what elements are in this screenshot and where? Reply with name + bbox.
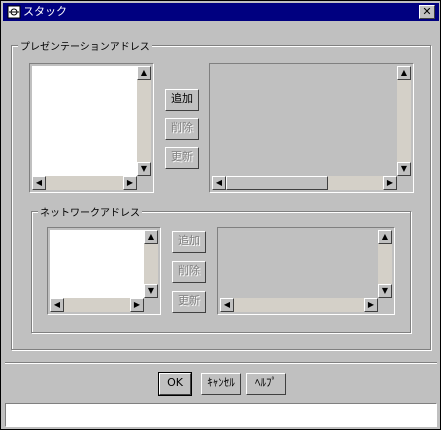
status-bar [5,403,437,427]
scroll-right-icon[interactable]: ▶ [123,176,137,190]
help-button[interactable]: ﾍﾙﾌﾟ [246,373,286,395]
network-detail-content[interactable] [220,230,378,298]
presentation-list-vscrollbar[interactable]: ▲ ▼ [137,66,151,176]
network-list-vscrollbar[interactable]: ▲ ▼ [144,230,158,298]
network-list-content[interactable] [50,230,144,298]
close-icon: ✕ [422,5,432,18]
scroll-right-icon[interactable]: ▶ [383,176,397,190]
ok-button[interactable]: OK [158,372,192,396]
presentation-list[interactable]: ▲ ▼ ◀ ▶ [29,63,154,193]
scroll-thumb[interactable] [226,176,328,190]
network-list[interactable]: ▲ ▼ ◀ ▶ [47,227,161,315]
presentation-detail-vscrollbar[interactable]: ▲ ▼ [397,66,411,176]
scroll-left-icon[interactable]: ◀ [220,298,234,312]
scroll-down-icon[interactable]: ▼ [378,284,392,298]
scroll-down-icon[interactable]: ▼ [137,162,151,176]
network-detail-hscrollbar[interactable]: ◀ ▶ [220,298,378,312]
scroll-up-icon[interactable]: ▲ [397,66,411,80]
scroll-up-icon[interactable]: ▲ [378,230,392,244]
presentation-update-button[interactable]: 更新 [165,147,199,169]
scroll-down-icon[interactable]: ▼ [144,284,158,298]
presentation-list-hscrollbar[interactable]: ◀ ▶ [32,176,137,190]
scroll-up-icon[interactable]: ▲ [137,66,151,80]
scroll-down-icon[interactable]: ▼ [397,162,411,176]
network-detail-pane[interactable]: ▲ ▼ ◀ ▶ [217,227,395,315]
network-delete-button[interactable]: 削除 [172,261,206,283]
window-title: スタック [23,5,67,18]
presentation-address-label: プレゼンテーションアドレス [18,38,152,53]
scroll-left-icon[interactable]: ◀ [212,176,226,190]
scroll-right-icon[interactable]: ▶ [130,298,144,312]
scroll-right-icon[interactable]: ▶ [364,298,378,312]
close-button[interactable]: ✕ [419,5,435,19]
network-update-button[interactable]: 更新 [172,291,206,313]
separator [5,362,437,364]
network-address-label: ネットワークアドレス [38,204,142,219]
title-bar[interactable]: スタック ✕ [3,3,439,21]
app-icon [7,5,21,19]
scroll-left-icon[interactable]: ◀ [50,298,64,312]
network-list-hscrollbar[interactable]: ◀ ▶ [50,298,144,312]
presentation-detail-hscrollbar[interactable]: ◀ ▶ [212,176,397,190]
presentation-detail-pane[interactable]: ▲ ▼ ◀ ▶ [209,63,414,193]
scroll-left-icon[interactable]: ◀ [32,176,46,190]
presentation-delete-button[interactable]: 削除 [165,118,199,140]
network-add-button[interactable]: 追加 [172,231,206,253]
presentation-add-button[interactable]: 追加 [165,89,199,111]
network-detail-vscrollbar[interactable]: ▲ ▼ [378,230,392,298]
presentation-list-content[interactable] [32,66,137,176]
scroll-up-icon[interactable]: ▲ [144,230,158,244]
cancel-button[interactable]: ｷｬﾝｾﾙ [201,373,241,395]
presentation-detail-content[interactable] [212,66,397,176]
dialog-window: スタック ✕ プレゼンテーションアドレス ▲ ▼ ◀ ▶ 追加 削除 更新 ▲ … [0,0,441,430]
